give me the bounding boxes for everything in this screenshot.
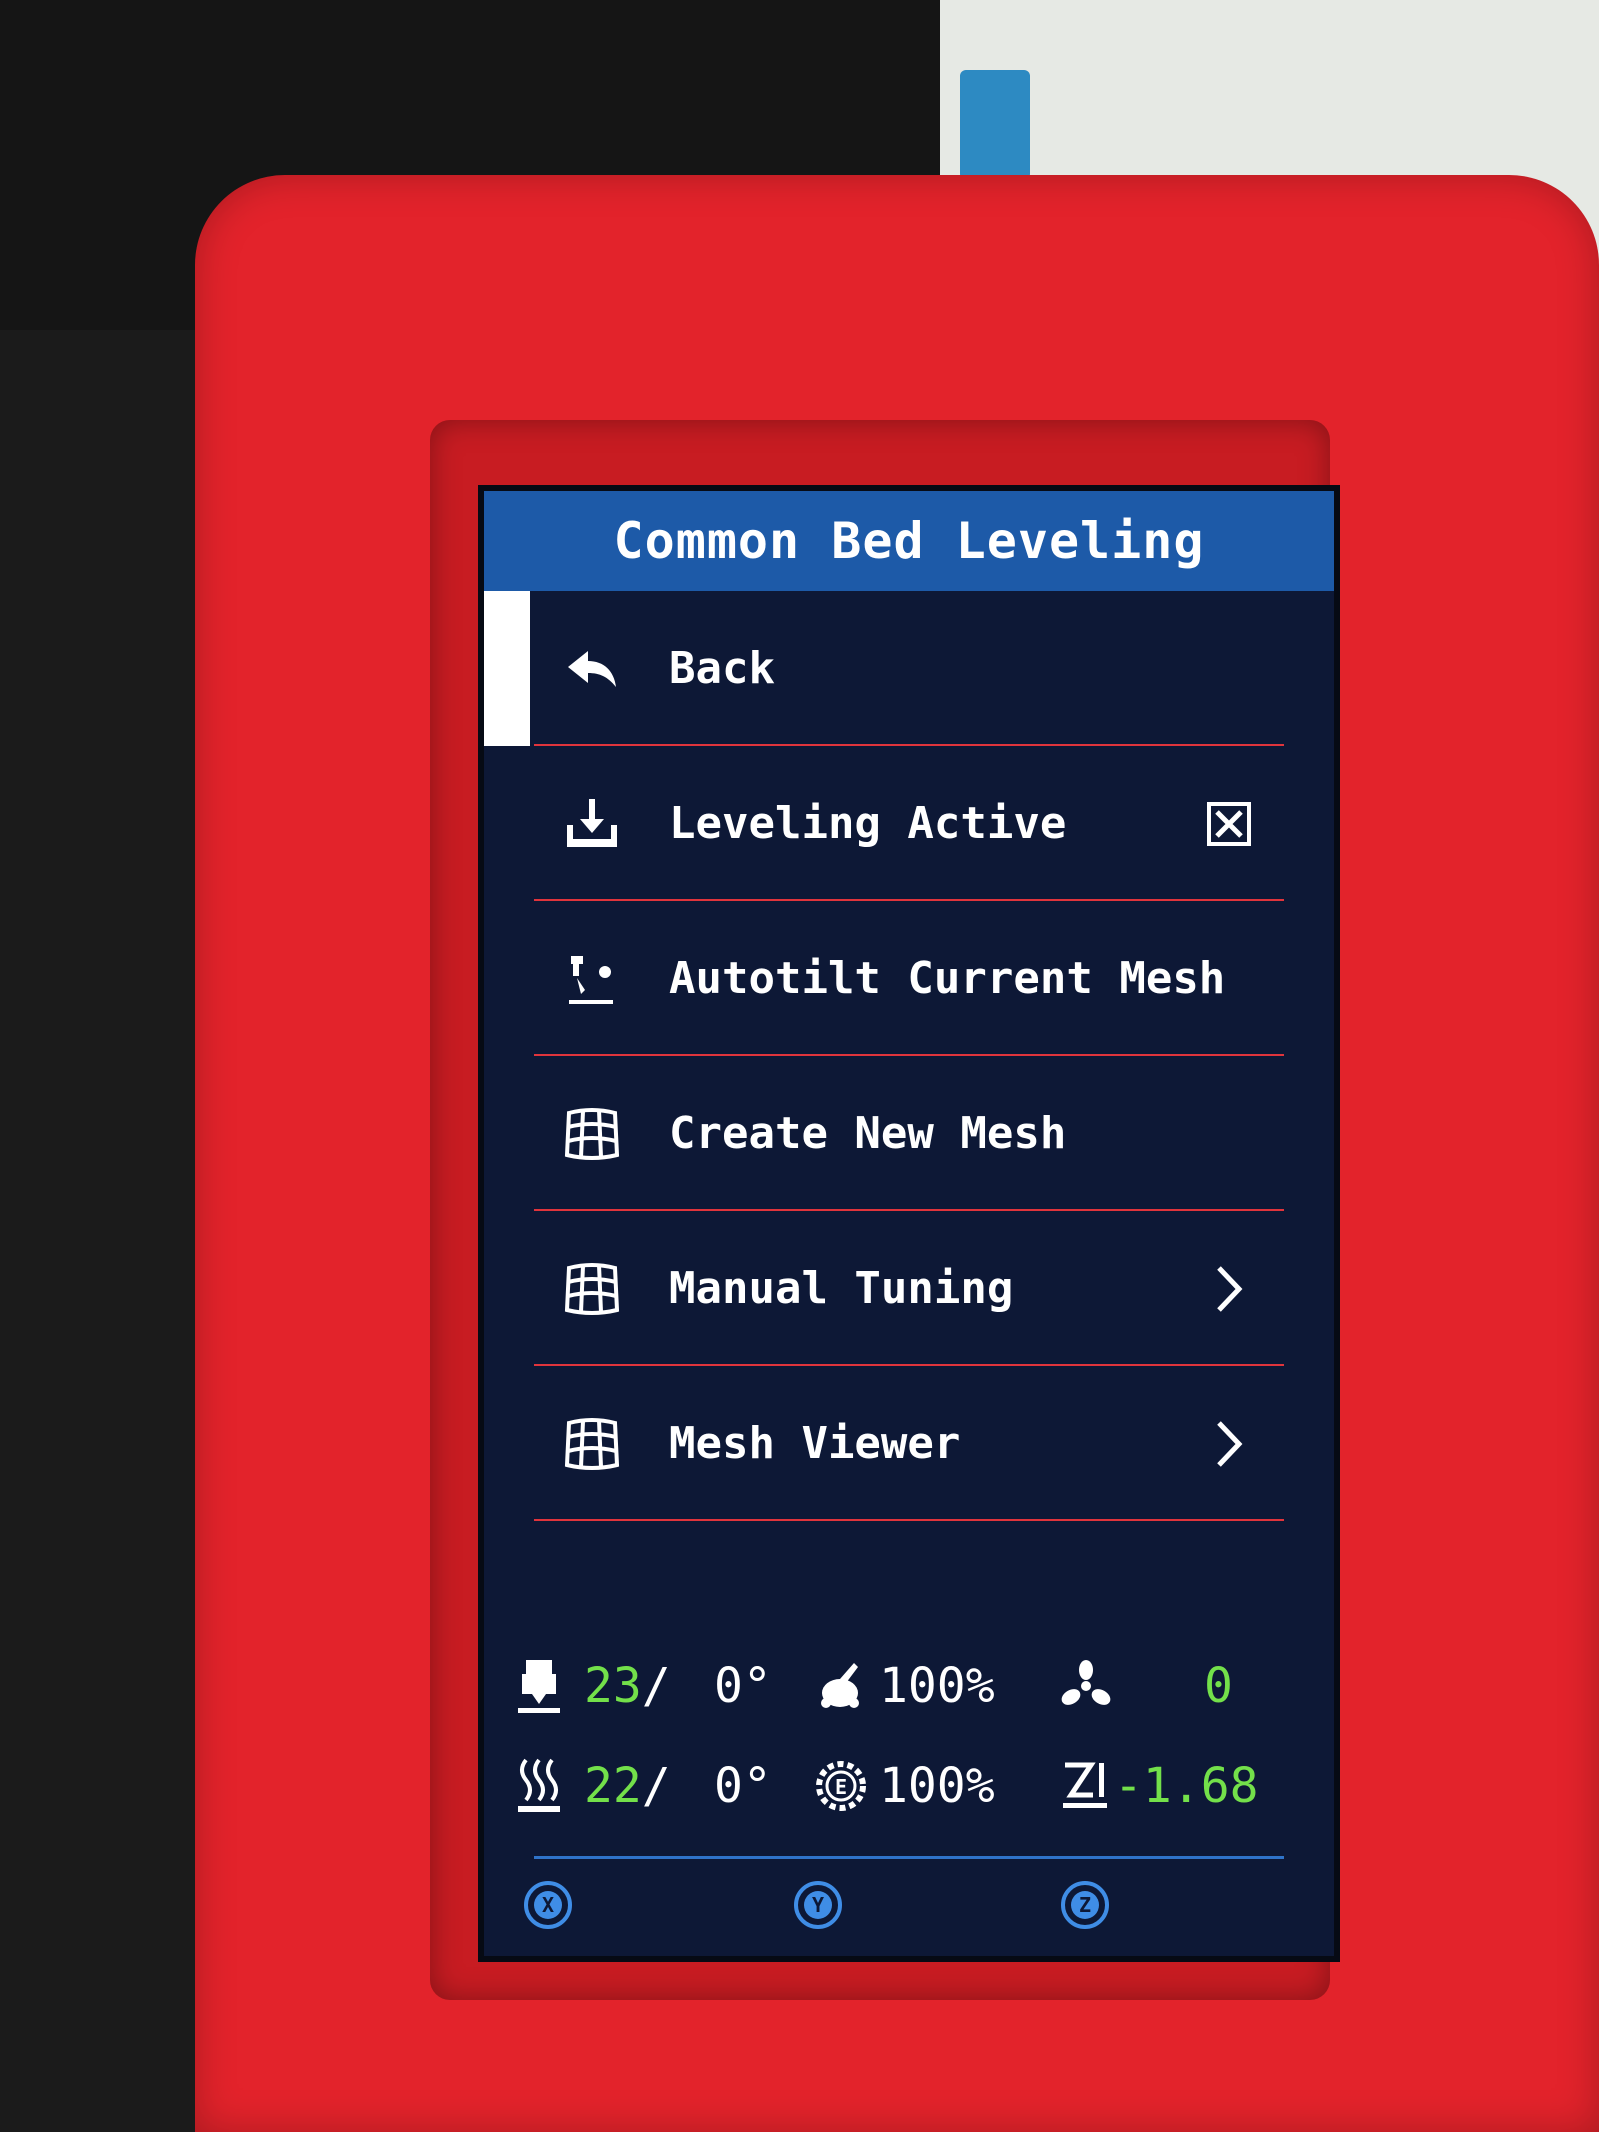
menu-item-label: Leveling Active	[669, 798, 1067, 849]
mesh-grid-icon	[562, 1104, 622, 1164]
bed-heat-icon	[514, 1741, 564, 1831]
chevron-right-icon	[1204, 1419, 1254, 1469]
axis-y-label: Y	[812, 1893, 824, 1917]
checkbox-checked-icon[interactable]	[1204, 799, 1254, 849]
probe-icon	[562, 949, 622, 1009]
speed-value: 100%	[879, 1658, 995, 1714]
menu-item-label: Create New Mesh	[669, 1108, 1067, 1159]
page-title: Common Bed Leveling	[484, 491, 1334, 591]
flow-value: 100%	[879, 1758, 995, 1814]
hotend-icon	[514, 1641, 564, 1731]
home-y-button[interactable]: Y	[792, 1879, 844, 1931]
back-arrow-icon	[562, 639, 622, 699]
lcd-screen: Common Bed Leveling Back Leveling Active…	[478, 485, 1340, 1962]
menu-item-create-new-mesh[interactable]: Create New Mesh	[484, 1056, 1334, 1211]
menu-item-label: Back	[669, 643, 775, 694]
footer-divider	[534, 1856, 1284, 1859]
menu-item-mesh-viewer[interactable]: Mesh Viewer	[484, 1366, 1334, 1521]
menu-item-label: Manual Tuning	[669, 1263, 1014, 1314]
status-row-bed: 22/ 0° E 100% -1.68	[484, 1741, 1334, 1831]
menu-item-autotilt[interactable]: Autotilt Current Mesh	[484, 901, 1334, 1056]
menu-item-leveling-active[interactable]: Leveling Active	[484, 746, 1334, 901]
hotend-target: 0°	[714, 1658, 772, 1714]
blue-clip	[960, 70, 1030, 180]
fan-speed: 0	[1204, 1658, 1233, 1714]
axis-home-buttons: X Y Z	[484, 1871, 1334, 1951]
bed-target: 0°	[714, 1758, 772, 1814]
fan-icon	[1059, 1641, 1113, 1731]
menu-item-label: Mesh Viewer	[669, 1418, 961, 1469]
leveling-icon	[562, 794, 622, 854]
menu-list: Back Leveling Active Autotilt Current Me…	[484, 591, 1334, 1521]
hotend-separator: /	[641, 1658, 671, 1714]
z-offset-icon	[1059, 1741, 1113, 1831]
home-x-button[interactable]: X	[522, 1879, 574, 1931]
menu-item-label: Autotilt Current Mesh	[669, 953, 1226, 1004]
status-panel: 23/ 0° 100% 0 22 / 0° E 100% -1.68	[484, 1641, 1334, 1861]
hotend-temperature: 23	[584, 1658, 642, 1714]
flow-icon: E	[814, 1741, 868, 1831]
chevron-right-icon	[1204, 1264, 1254, 1314]
mesh-grid-icon	[562, 1414, 622, 1474]
axis-z-label: Z	[1079, 1893, 1091, 1917]
mesh-grid-icon	[562, 1259, 622, 1319]
speed-icon	[814, 1641, 868, 1731]
divider	[534, 1519, 1284, 1521]
z-offset-value: -1.68	[1114, 1758, 1259, 1814]
bed-separator: /	[641, 1758, 671, 1814]
printer-base	[0, 330, 200, 2132]
bed-temperature: 22	[584, 1758, 642, 1814]
selection-marker	[484, 591, 530, 746]
menu-item-manual-tuning[interactable]: Manual Tuning	[484, 1211, 1334, 1366]
home-z-button[interactable]: Z	[1059, 1879, 1111, 1931]
svg-text:E: E	[835, 1775, 847, 1799]
axis-x-label: X	[542, 1893, 554, 1917]
status-row-hotend: 23/ 0° 100% 0	[484, 1641, 1334, 1731]
menu-item-back[interactable]: Back	[484, 591, 1334, 746]
